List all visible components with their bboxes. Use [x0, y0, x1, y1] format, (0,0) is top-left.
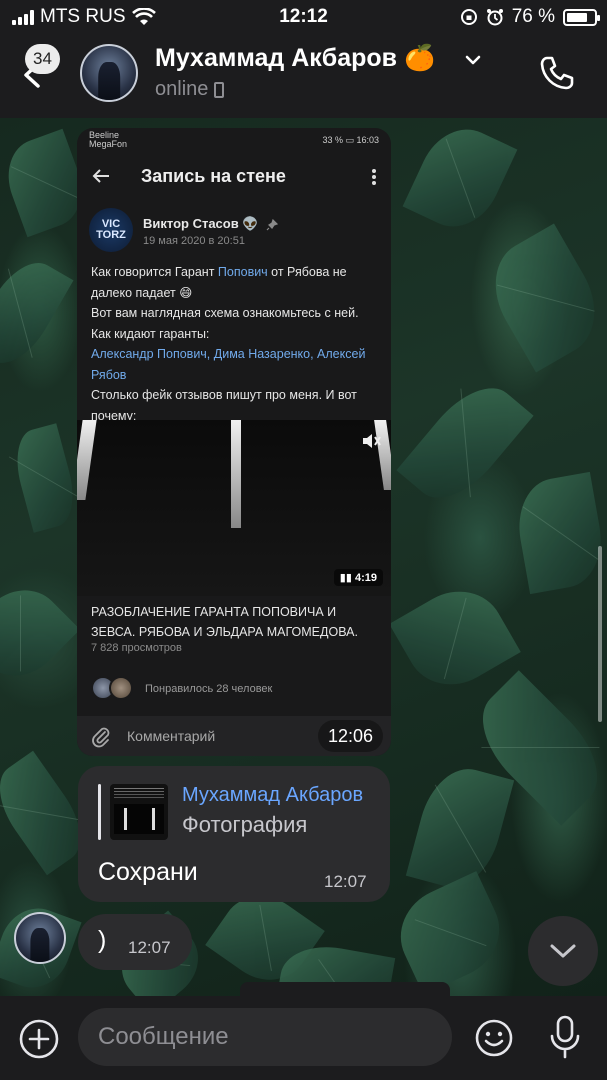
screenshot-carrier-2: MegaFon	[89, 139, 128, 149]
screenshot-page-title: Запись на стене	[141, 166, 286, 186]
message-timestamp: 12:07	[324, 872, 367, 891]
unread-count-badge[interactable]: 34	[25, 44, 60, 74]
alarm-icon	[486, 9, 503, 26]
post-author-avatar: VIC TORZ	[89, 208, 133, 252]
online-status-text: online	[155, 78, 209, 100]
video-views: 7 828 просмотров	[91, 642, 182, 654]
post-line-2: Вот вам наглядная схема ознакомьтесь с н…	[91, 306, 359, 320]
emoji-icon[interactable]	[474, 1018, 514, 1058]
post-text-start: Как говорится Гарант	[91, 265, 218, 279]
status-bar: MTS RUS 12:12 76 %	[0, 0, 607, 34]
message-bubble[interactable]: Мухаммад Акбаров Фотография Сохрани 12:0…	[78, 766, 390, 902]
screenshot-toolbar: Запись на стене	[77, 156, 391, 196]
post-author-text: Виктор Стасов 👽	[143, 216, 259, 231]
battery-percent: 76 %	[511, 6, 555, 27]
chevron-down-icon	[550, 944, 576, 958]
more-vertical-icon	[372, 169, 376, 185]
message-timestamp: 12:07	[128, 938, 171, 957]
plus-icon[interactable]	[18, 1018, 60, 1060]
post-author-name: Виктор Стасов 👽	[143, 216, 279, 232]
bars-icon: ▮▮	[339, 572, 355, 584]
reply-thumbnail	[110, 784, 168, 840]
reply-indicator	[98, 784, 101, 840]
scroll-down-button[interactable]	[528, 916, 598, 986]
video-duration: ▮▮ 4:19	[333, 569, 383, 586]
likers-avatars	[91, 676, 133, 700]
battery-icon	[563, 8, 600, 26]
reply-type: Фотография	[182, 812, 308, 837]
mute-icon	[363, 434, 381, 448]
video-title: РАЗОБЛАЧЕНИЕ ГАРАНТА ПОПОВИЧА И ЗЕВСА. Р…	[91, 605, 358, 639]
message-timestamp: 12:06	[318, 720, 384, 752]
arrow-left-icon	[92, 169, 109, 183]
post-link-popovich: Попович	[217, 265, 268, 279]
contact-status: online	[155, 78, 225, 101]
video-duration-text: 4:19	[354, 572, 377, 584]
mic-icon[interactable]	[548, 1014, 582, 1060]
post-line-3: Как кидают гаранты:	[91, 326, 210, 341]
avatar-logo-line-2: TORZ	[96, 229, 126, 241]
paperclip-icon	[92, 727, 110, 748]
sender-avatar[interactable]	[14, 912, 66, 964]
screenshot-image[interactable]: Beeline MegaFon 33 % ▭ 16:03 Запись на с…	[77, 128, 391, 756]
chat-header: 34 Мухаммад Акбаров 🍊 online	[0, 34, 607, 118]
screenshot-status-right: 33 % ▭ 16:03	[322, 135, 379, 145]
pin-icon	[266, 218, 279, 230]
message-bubble[interactable]: ) 12:07	[78, 914, 192, 970]
comment-placeholder: Комментарий	[127, 728, 216, 744]
orientation-lock-icon	[460, 9, 477, 25]
post-date: 19 мая 2020 в 20:51	[143, 235, 245, 247]
post-mentions: Александр Попович, Дима Назаренко, Алекс…	[91, 347, 366, 382]
phone-icon[interactable]	[538, 54, 576, 92]
video-preview: ▮▮ 4:19	[77, 420, 391, 596]
contact-avatar[interactable]	[80, 44, 138, 102]
likes-count: Понравилось 28 человек	[145, 683, 273, 695]
message-text: Сохрани	[98, 858, 198, 886]
screenshot-status-bar: Beeline MegaFon 33 % ▭ 16:03	[77, 128, 391, 150]
post-text: Как говорится Гарант Попович от Рябова н…	[91, 262, 381, 426]
message-text: )	[98, 926, 107, 954]
contact-name[interactable]: Мухаммад Акбаров 🍊	[155, 44, 435, 73]
scroll-indicator[interactable]	[598, 546, 602, 722]
liker-avatar	[109, 676, 133, 700]
message-input[interactable]	[78, 1008, 452, 1066]
message-input-bar	[0, 982, 607, 1080]
mobile-device-icon	[214, 81, 225, 98]
reply-author: Мухаммад Акбаров	[182, 784, 364, 806]
chevron-down-icon[interactable]	[463, 50, 483, 70]
